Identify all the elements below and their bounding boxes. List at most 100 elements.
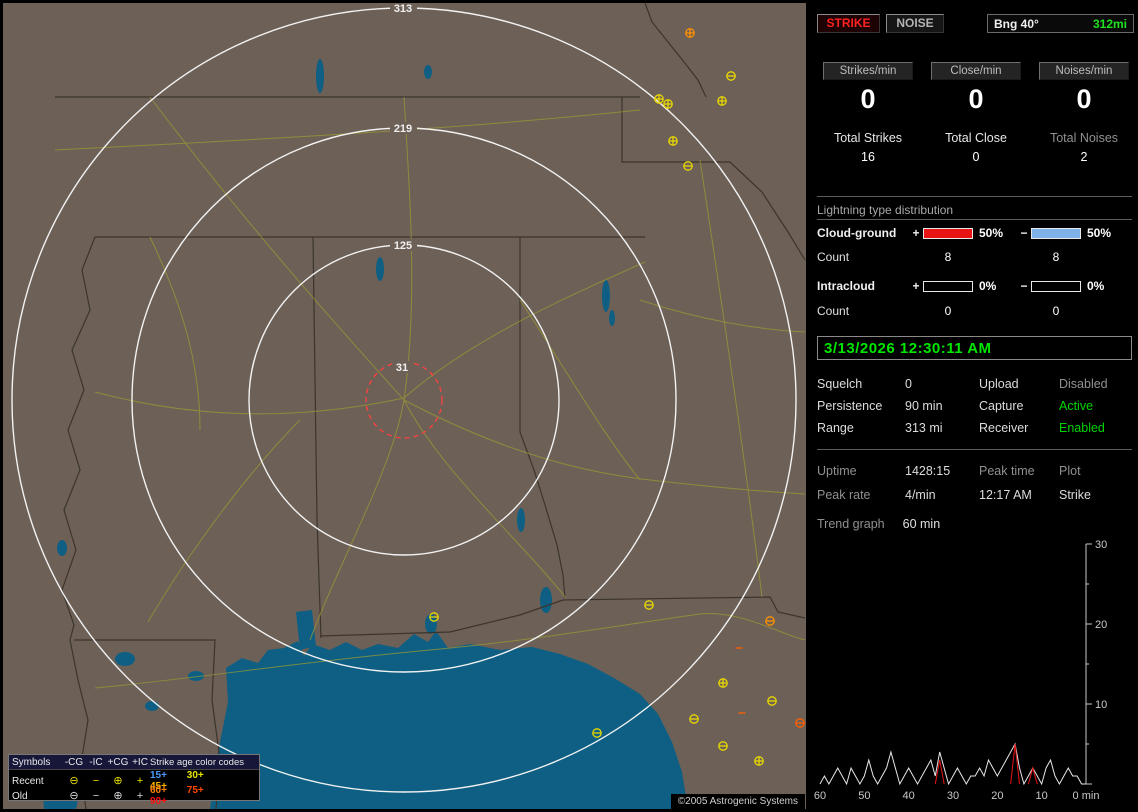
cg-positive-count: 8 bbox=[944, 250, 952, 264]
ring-label-219: 219 bbox=[394, 123, 412, 135]
datetime-display: 3/13/2026 12:30:11 AM bbox=[817, 336, 1132, 360]
upload-label: Upload bbox=[979, 377, 1019, 391]
capture-label: Capture bbox=[979, 399, 1024, 413]
age-30: 30+ bbox=[186, 770, 204, 781]
legend-col-ic-neg: -IC bbox=[89, 756, 103, 768]
strike-marker bbox=[685, 28, 695, 38]
svg-text:20: 20 bbox=[991, 790, 1003, 802]
strike-marker bbox=[668, 136, 678, 146]
strike-marker bbox=[717, 96, 727, 106]
receiver-value: Enabled bbox=[1059, 421, 1105, 435]
lightning-map[interactable]: 313 219 125 31 Symbols -CG -IC +CG +IC S… bbox=[3, 3, 806, 809]
copyright-text: ©2005 Astrogenic Systems bbox=[670, 794, 805, 809]
divider bbox=[817, 219, 1132, 220]
range-value: 313 mi bbox=[905, 421, 943, 435]
trend-window-value: 60 min bbox=[902, 517, 941, 531]
strikes-per-min-value: 0 bbox=[860, 84, 876, 114]
legend-col-ic-pos: +IC bbox=[132, 756, 148, 768]
ic-neg-symbol-old-icon: − bbox=[92, 789, 100, 802]
control-panel: STRIKE NOISE Bng 40° 312mi Strikes/min C… bbox=[812, 0, 1138, 812]
cg-neg-symbol-old-icon: ⊖ bbox=[69, 789, 79, 802]
total-labels: Total Strikes Total Close Total Noises bbox=[817, 131, 1135, 145]
ic-pos-symbol-icon: + bbox=[136, 774, 144, 787]
distribution-title: Lightning type distribution bbox=[817, 203, 954, 217]
age-90: 90+ bbox=[150, 796, 167, 807]
legend-col-cg-pos: +CG bbox=[107, 756, 129, 768]
trend-graph-label: Trend graph bbox=[817, 517, 885, 531]
cloud-ground-count-row: Count 8 8 bbox=[817, 250, 1121, 264]
cg-negative-count: 8 bbox=[1052, 250, 1060, 264]
svg-text:10: 10 bbox=[1036, 790, 1048, 802]
ic-positive-bar bbox=[923, 280, 973, 292]
bearing-distance-value: 312mi bbox=[1092, 16, 1127, 31]
ic-pos-symbol-old-icon: + bbox=[136, 789, 144, 802]
ring-label-125: 125 bbox=[394, 240, 412, 252]
close-per-min-box: Close/min bbox=[931, 62, 1021, 80]
rate-boxes: Strikes/min Close/min Noises/min bbox=[817, 62, 1135, 80]
legend-old-row: Old ⊖ − ⊕ + 60+ 75+ 90+ bbox=[9, 785, 259, 807]
legend-col-cg-neg: -CG bbox=[64, 756, 84, 768]
squelch-value: 0 bbox=[905, 377, 912, 391]
total-close-value: 0 bbox=[972, 150, 980, 164]
strike-marker bbox=[663, 99, 673, 109]
divider bbox=[817, 449, 1132, 450]
peak-time-value: 12:17 AM bbox=[979, 488, 1032, 502]
datetime-value: 3/13/2026 12:30:11 AM bbox=[824, 339, 992, 357]
ring-label-313: 313 bbox=[394, 3, 412, 15]
plot-label: Plot bbox=[1059, 464, 1081, 478]
noises-per-min-box: Noises/min bbox=[1039, 62, 1129, 80]
legend-old-ages: 60+ 75+ 90+ bbox=[150, 785, 256, 807]
strike-marker bbox=[654, 94, 664, 104]
cg-positive-pct: 50% bbox=[979, 226, 1004, 240]
strike-mode-button[interactable]: STRIKE bbox=[817, 14, 880, 33]
divider bbox=[817, 196, 1132, 197]
ring-label-31: 31 bbox=[396, 362, 408, 374]
strike-marker bbox=[718, 678, 728, 688]
svg-text:30: 30 bbox=[947, 790, 959, 802]
squelch-label: Squelch bbox=[817, 377, 863, 391]
plot-value: Strike bbox=[1059, 488, 1091, 502]
cloud-ground-label: Cloud-ground bbox=[817, 226, 897, 240]
count-label: Count bbox=[817, 250, 850, 264]
bearing-range-display: Bng 40° 312mi bbox=[987, 14, 1134, 33]
svg-text:50: 50 bbox=[858, 790, 870, 802]
stats-grid: Uptime 1428:15 Peak time Plot Peak rate … bbox=[817, 464, 1134, 502]
persistence-label: Persistence bbox=[817, 399, 883, 413]
total-strikes-value: 16 bbox=[861, 150, 875, 164]
minus-sign: − bbox=[1020, 226, 1028, 240]
age-15: 15+ bbox=[150, 770, 167, 781]
ic-positive-count: 0 bbox=[944, 304, 952, 318]
peak-rate-value: 4/min bbox=[905, 488, 936, 502]
count-label: Count bbox=[817, 304, 850, 318]
stormvue-window: 313 219 125 31 Symbols -CG -IC +CG +IC S… bbox=[0, 0, 1138, 812]
noise-mode-button[interactable]: NOISE bbox=[886, 14, 944, 33]
age-75: 75+ bbox=[186, 785, 204, 796]
trend-graph-header: Trend graph 60 min bbox=[817, 517, 940, 531]
ic-negative-count: 0 bbox=[1052, 304, 1060, 318]
cg-negative-bar bbox=[1031, 227, 1081, 239]
map-legend: Symbols -CG -IC +CG +IC Strike age color… bbox=[8, 754, 260, 807]
legend-old-label: Old bbox=[12, 790, 28, 802]
legend-recent-label: Recent bbox=[12, 775, 44, 787]
total-values: 16 0 2 bbox=[817, 150, 1135, 164]
uptime-label: Uptime bbox=[817, 464, 857, 478]
cg-negative-pct: 50% bbox=[1087, 226, 1112, 240]
uptime-value: 1428:15 bbox=[905, 464, 951, 478]
svg-text:60: 60 bbox=[814, 790, 826, 802]
ic-positive-pct: 0% bbox=[979, 279, 997, 293]
age-60: 60+ bbox=[150, 785, 167, 796]
capture-value: Active bbox=[1059, 399, 1094, 413]
cg-neg-symbol-icon: ⊖ bbox=[69, 774, 79, 787]
plus-sign: + bbox=[912, 226, 920, 240]
upload-value: Disabled bbox=[1059, 377, 1108, 391]
peak-rate-label: Peak rate bbox=[817, 488, 871, 502]
ic-neg-symbol-icon: − bbox=[92, 774, 100, 787]
legend-symbols-header: Symbols bbox=[12, 756, 51, 768]
map-canvas: 313 219 125 31 bbox=[3, 3, 806, 809]
peak-time-label: Peak time bbox=[979, 464, 1035, 478]
svg-text:10: 10 bbox=[1095, 699, 1107, 711]
ic-negative-pct: 0% bbox=[1087, 279, 1105, 293]
receiver-label: Receiver bbox=[979, 421, 1029, 435]
plus-sign: + bbox=[912, 279, 920, 293]
strike-marker bbox=[754, 756, 764, 766]
